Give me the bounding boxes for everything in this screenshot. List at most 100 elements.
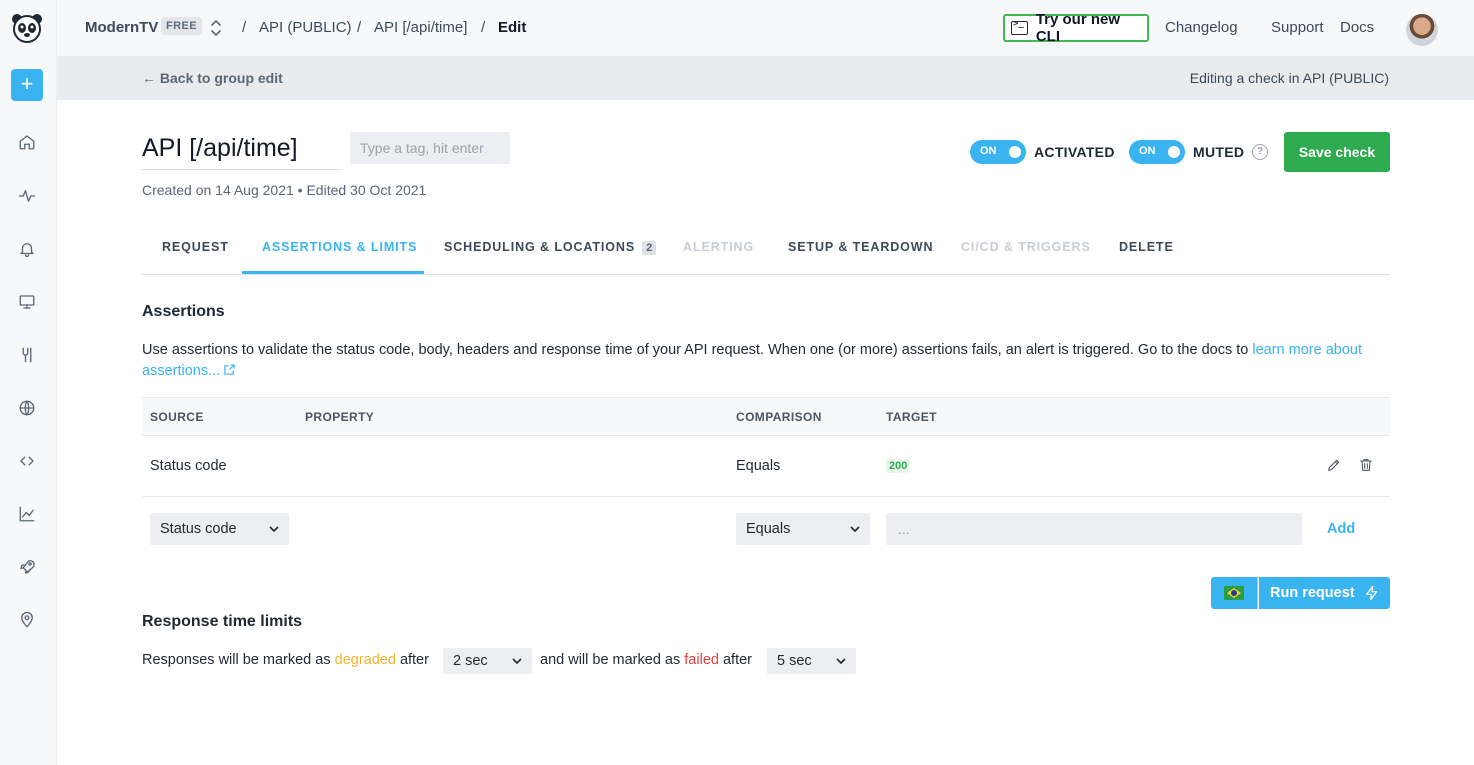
docs-link[interactable]: Docs bbox=[1340, 19, 1374, 36]
tab-count-badge: 2 bbox=[642, 241, 657, 255]
muted-toggle-state: ON bbox=[1139, 145, 1156, 157]
tab-cicd-triggers: CI/CD & TRIGGERS bbox=[961, 240, 1091, 254]
tag-input[interactable] bbox=[350, 132, 510, 164]
response-limits-line: Responses will be marked as degraded aft… bbox=[142, 652, 429, 668]
chevron-down-icon bbox=[850, 526, 860, 533]
tab-setup-teardown[interactable]: SETUP & TEARDOWN bbox=[788, 240, 933, 254]
table-row: Status code Equals 200 bbox=[142, 436, 1390, 497]
try-cli-button[interactable]: Try our new CLI bbox=[1003, 11, 1149, 45]
add-assertion-button[interactable]: Add bbox=[1327, 521, 1355, 537]
run-request-button[interactable]: Run request bbox=[1259, 577, 1390, 609]
code-icon[interactable] bbox=[14, 448, 40, 474]
limits-text: and will be marked as bbox=[540, 652, 681, 668]
target-input[interactable] bbox=[886, 513, 1302, 545]
check-name-input[interactable]: API [/api/time] bbox=[142, 134, 341, 170]
bell-icon[interactable] bbox=[14, 236, 40, 262]
save-check-button[interactable]: Save check bbox=[1284, 132, 1390, 172]
degraded-word: degraded bbox=[334, 652, 396, 668]
account-name[interactable]: ModernTV bbox=[85, 19, 158, 36]
chart-icon[interactable] bbox=[14, 501, 40, 527]
brazil-flag-icon bbox=[1224, 586, 1244, 600]
chevron-down-icon bbox=[512, 658, 522, 665]
failed-time-value: 5 sec bbox=[777, 653, 812, 669]
breadcrumb-current: Edit bbox=[498, 19, 527, 36]
activated-label: ACTIVATED bbox=[1034, 144, 1115, 160]
active-tab-indicator bbox=[242, 271, 424, 274]
column-target: TARGET bbox=[886, 410, 937, 424]
create-new-button[interactable]: + bbox=[11, 69, 43, 101]
run-request-label: Run request bbox=[1270, 585, 1355, 601]
source-select[interactable]: Status code bbox=[150, 513, 289, 545]
location-selector-button[interactable] bbox=[1211, 577, 1258, 609]
column-comparison: COMPARISON bbox=[736, 410, 822, 424]
failed-word: failed bbox=[684, 652, 719, 668]
check-tabs: REQUEST ASSERTIONS & LIMITS SCHEDULING &… bbox=[142, 226, 1390, 275]
globe-icon[interactable] bbox=[14, 395, 40, 421]
monitor-icon[interactable] bbox=[14, 289, 40, 315]
column-source: SOURCE bbox=[150, 410, 204, 424]
activated-toggle-state: ON bbox=[980, 145, 997, 157]
comparison-select-value: Equals bbox=[746, 521, 791, 537]
breadcrumb-separator: / bbox=[357, 19, 362, 36]
assertions-description-text: Use assertions to validate the status co… bbox=[142, 342, 1253, 358]
breadcrumb-group[interactable]: API (PUBLIC) bbox=[259, 19, 352, 36]
assertions-title: Assertions bbox=[142, 303, 225, 320]
panda-logo-icon[interactable] bbox=[10, 11, 44, 45]
check-meta: Created on 14 Aug 2021 • Edited 30 Oct 2… bbox=[142, 182, 427, 198]
back-to-group-link[interactable]: ← Back to group edit bbox=[142, 70, 283, 86]
external-link-icon bbox=[224, 364, 235, 375]
tab-delete[interactable]: DELETE bbox=[1119, 240, 1174, 254]
breadcrumb-separator: / bbox=[242, 19, 247, 36]
terminal-icon bbox=[1011, 19, 1028, 35]
degraded-time-select[interactable]: 2 sec bbox=[443, 648, 532, 674]
rocket-icon[interactable] bbox=[14, 554, 40, 580]
tab-alerting: ALERTING bbox=[683, 240, 755, 254]
changelog-link[interactable]: Changelog bbox=[1165, 19, 1238, 36]
tab-assertions-limits[interactable]: ASSERTIONS & LIMITS bbox=[262, 240, 417, 254]
failed-time-select[interactable]: 5 sec bbox=[767, 648, 856, 674]
breadcrumb-check[interactable]: API [/api/time] bbox=[374, 19, 467, 36]
row-source: Status code bbox=[150, 458, 227, 474]
limits-text: after bbox=[399, 652, 429, 668]
row-target-badge: 200 bbox=[886, 459, 911, 473]
toggle-knob bbox=[1168, 146, 1180, 158]
home-icon[interactable] bbox=[14, 129, 40, 155]
editing-context: Editing a check in API (PUBLIC) bbox=[1189, 70, 1389, 86]
tab-request[interactable]: REQUEST bbox=[162, 240, 229, 254]
muted-toggle[interactable]: ON bbox=[1129, 140, 1185, 164]
try-cli-label: Try our new CLI bbox=[1035, 11, 1121, 45]
help-icon[interactable]: ? bbox=[1252, 144, 1268, 160]
source-select-value: Status code bbox=[160, 521, 237, 537]
location-pin-icon[interactable] bbox=[14, 607, 40, 633]
account-switcher-icon[interactable] bbox=[209, 18, 223, 38]
activity-icon[interactable] bbox=[14, 183, 40, 209]
comparison-select[interactable]: Equals bbox=[736, 513, 870, 545]
limits-text: after bbox=[722, 652, 752, 668]
sub-header: ← Back to group edit Editing a check in … bbox=[57, 56, 1474, 100]
toggle-knob bbox=[1009, 146, 1021, 158]
plan-badge: FREE bbox=[161, 17, 202, 35]
support-link[interactable]: Support bbox=[1271, 19, 1324, 36]
top-bar: ModernTV FREE / API (PUBLIC) / API [/api… bbox=[57, 0, 1474, 56]
limits-text: Responses will be marked as bbox=[142, 652, 331, 668]
chevron-down-icon bbox=[836, 658, 846, 665]
left-sidebar: + bbox=[0, 0, 57, 765]
response-limits-line-2: and will be marked as failed after bbox=[540, 652, 752, 668]
assertions-description: Use assertions to validate the status co… bbox=[142, 340, 1382, 382]
edit-pencil-icon[interactable] bbox=[1326, 457, 1344, 475]
row-comparison: Equals bbox=[736, 458, 781, 474]
tab-scheduling-locations[interactable]: SCHEDULING & LOCATIONS 2 bbox=[444, 240, 657, 255]
response-limits-title: Response time limits bbox=[142, 613, 303, 630]
breadcrumb-separator: / bbox=[481, 19, 486, 36]
activated-toggle[interactable]: ON bbox=[970, 140, 1026, 164]
tab-scheduling-label: SCHEDULING & LOCATIONS bbox=[444, 240, 636, 254]
column-property: PROPERTY bbox=[305, 410, 375, 424]
degraded-time-value: 2 sec bbox=[453, 653, 488, 669]
delete-trash-icon[interactable] bbox=[1358, 457, 1376, 475]
assertions-table-header: SOURCE PROPERTY COMPARISON TARGET bbox=[142, 397, 1390, 436]
chevron-down-icon bbox=[269, 526, 279, 533]
lightning-icon bbox=[1366, 585, 1378, 601]
run-request-group: Run request bbox=[1211, 577, 1390, 609]
user-avatar[interactable] bbox=[1406, 14, 1438, 46]
tools-icon[interactable] bbox=[14, 342, 40, 368]
